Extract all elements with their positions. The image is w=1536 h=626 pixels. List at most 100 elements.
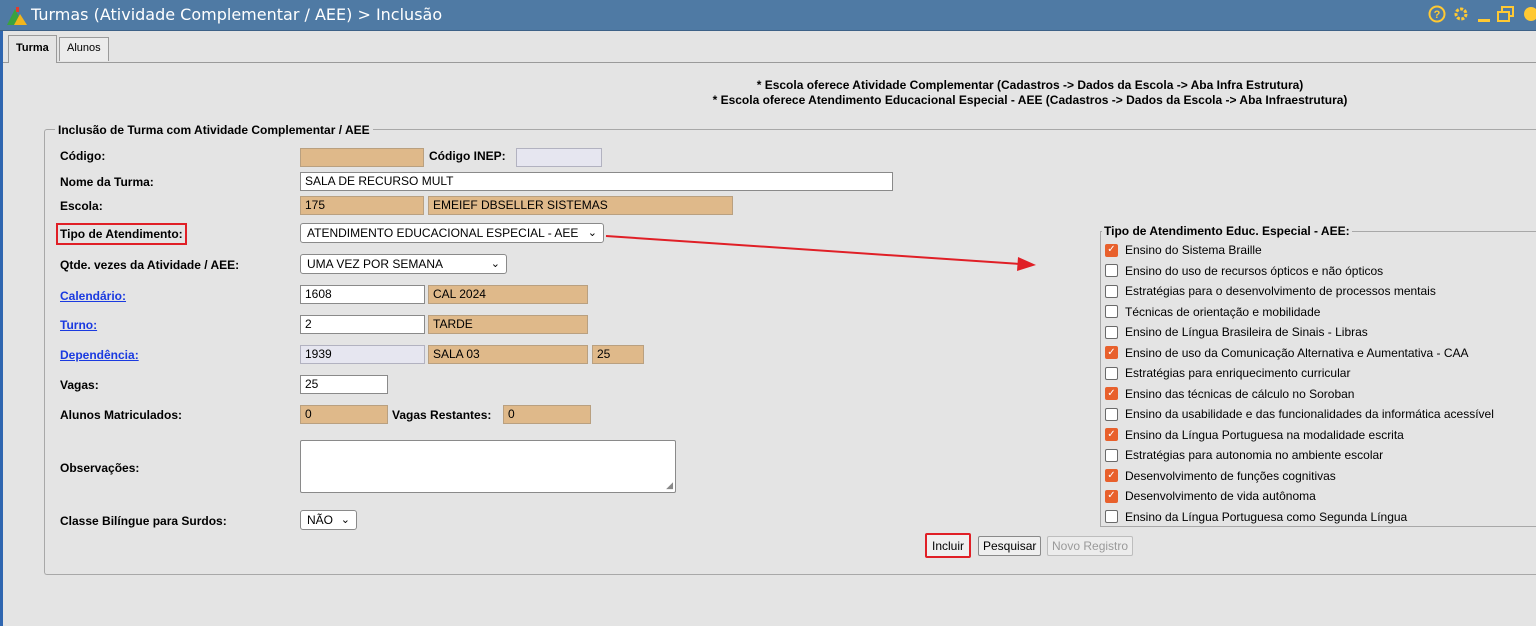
- aee-option-label: Ensino do Sistema Braille: [1125, 243, 1262, 257]
- turno-link[interactable]: Turno:: [60, 318, 97, 332]
- aee-option-label: Ensino de Língua Brasileira de Sinais - …: [1125, 325, 1368, 339]
- observacoes-textarea[interactable]: ◢: [300, 440, 676, 493]
- tab-turma[interactable]: Turma: [8, 35, 57, 63]
- aee-option[interactable]: Ensino de Língua Brasileira de Sinais - …: [1105, 323, 1368, 341]
- window-title: Turmas (Atividade Complementar / AEE) > …: [31, 5, 443, 24]
- aee-option[interactable]: ✓ Desenvolvimento de vida autônoma: [1105, 487, 1316, 505]
- checkbox-checked-icon[interactable]: ✓: [1105, 469, 1118, 482]
- classe-bilingue-label: Classe Bilíngue para Surdos:: [60, 514, 227, 528]
- turno-name-field: TARDE: [428, 315, 588, 334]
- qtde-vezes-value: UMA VEZ POR SEMANA: [307, 257, 444, 271]
- alunos-matriculados-label: Alunos Matriculados:: [60, 408, 183, 422]
- aee-option[interactable]: Ensino da usabilidade e das funcionalida…: [1105, 405, 1494, 423]
- aee-option[interactable]: Estratégias para o desenvolvimento de pr…: [1105, 282, 1436, 300]
- aee-option-label: Ensino das técnicas de cálculo no Soroba…: [1125, 386, 1355, 401]
- checkbox-unchecked-icon[interactable]: [1105, 305, 1118, 318]
- checkbox-checked-icon[interactable]: ✓: [1105, 346, 1118, 359]
- chevron-down-icon: ⌄: [587, 227, 597, 239]
- help-icon[interactable]: ?: [1428, 5, 1446, 28]
- codigo-inep-label: Código INEP:: [429, 149, 506, 163]
- novo-registro-button[interactable]: Novo Registro: [1047, 536, 1134, 556]
- aee-option-label: Ensino da Língua Portuguesa como Segunda…: [1125, 509, 1408, 524]
- aee-option-label: Estratégias para o desenvolvimento de pr…: [1125, 284, 1436, 298]
- tipo-atendimento-label: Tipo de Atendimento:: [56, 223, 187, 245]
- escola-code-field: 175: [300, 196, 424, 215]
- aee-option[interactable]: Técnicas de orientação e mobilidade: [1105, 303, 1320, 321]
- resize-grip-icon[interactable]: ◢: [666, 480, 673, 491]
- checkbox-unchecked-icon[interactable]: [1105, 366, 1118, 380]
- checkbox-checked-icon[interactable]: ✓: [1105, 243, 1118, 257]
- dependencia-capacity-field: 25: [592, 345, 644, 364]
- calendario-name-field: CAL 2024: [428, 285, 588, 304]
- checkbox-unchecked-icon[interactable]: [1105, 264, 1118, 277]
- aee-option[interactable]: ✓ Ensino das técnicas de cálculo no Sorob…: [1105, 385, 1354, 403]
- pesquisar-button[interactable]: Pesquisar: [978, 536, 1042, 556]
- checkbox-unchecked-icon[interactable]: [1105, 325, 1118, 339]
- aee-option[interactable]: Estratégias para enriquecimento curricul…: [1105, 364, 1350, 382]
- aee-option-label: Ensino da usabilidade e das funcionalida…: [1125, 407, 1494, 421]
- aee-option[interactable]: ✓ Ensino do Sistema Braille: [1105, 241, 1262, 259]
- note-aee: * Escola oferece Atendimento Educacional…: [712, 93, 1348, 107]
- vagas-restantes-field: 0: [503, 405, 591, 424]
- checkbox-checked-icon[interactable]: ✓: [1105, 489, 1118, 503]
- aee-option-label: Estratégias para enriquecimento curricul…: [1125, 366, 1351, 380]
- checkbox-unchecked-icon[interactable]: [1105, 510, 1118, 523]
- form-legend: Inclusão de Turma com Atividade Compleme…: [55, 123, 373, 137]
- vagas-label: Vagas:: [60, 378, 99, 392]
- chevron-down-icon: ⌄: [490, 258, 500, 270]
- dependencia-link[interactable]: Dependência:: [60, 348, 139, 362]
- aee-option[interactable]: ✓ Ensino de uso da Comunicação Alternativ…: [1105, 344, 1469, 362]
- alunos-matriculados-field: 0: [300, 405, 388, 424]
- gear-icon[interactable]: [1452, 5, 1470, 28]
- minimize-icon[interactable]: [1477, 5, 1491, 28]
- aee-option[interactable]: ✓ Ensino da Língua Portuguesa na modalida…: [1105, 426, 1404, 444]
- window-left-border: [0, 31, 3, 626]
- vagas-input[interactable]: 25: [300, 375, 388, 394]
- dependencia-code-field: 1939: [300, 345, 425, 364]
- calendario-link[interactable]: Calendário:: [60, 289, 126, 303]
- aee-option-label: Ensino de uso da Comunicação Alternativa…: [1125, 345, 1469, 360]
- app-logo-icon: [7, 7, 27, 25]
- turno-code-input[interactable]: 2: [300, 315, 425, 334]
- restore-icon[interactable]: [1497, 5, 1515, 28]
- aee-legend: Tipo de Atendimento Educ. Especial - AEE…: [1102, 224, 1352, 238]
- qtde-vezes-select[interactable]: UMA VEZ POR SEMANA ⌄: [300, 254, 507, 274]
- aee-option-label: Técnicas de orientação e mobilidade: [1125, 304, 1321, 319]
- aee-option[interactable]: Ensino da Língua Portuguesa como Segunda…: [1105, 508, 1407, 526]
- checkbox-checked-icon[interactable]: ✓: [1105, 387, 1118, 400]
- codigo-field: [300, 148, 424, 167]
- checkbox-unchecked-icon[interactable]: [1105, 407, 1118, 421]
- aee-option-label: Estratégias para autonomia no ambiente e…: [1125, 448, 1384, 462]
- tipo-atendimento-value: ATENDIMENTO EDUCACIONAL ESPECIAL - AEE: [307, 226, 579, 240]
- classe-bilingue-select[interactable]: NÃO ⌄: [300, 510, 357, 530]
- aee-option-label: Ensino da Língua Portuguesa na modalidad…: [1125, 427, 1404, 442]
- incluir-button[interactable]: Incluir: [925, 533, 972, 558]
- aee-option-label: Desenvolvimento de vida autônoma: [1125, 489, 1316, 503]
- tab-divider: [3, 62, 1536, 63]
- calendario-code-input[interactable]: 1608: [300, 285, 425, 304]
- tab-alunos[interactable]: Alunos: [59, 37, 109, 61]
- chevron-down-icon: ⌄: [340, 514, 350, 526]
- info-notes: * Escola oferece Atividade Complementar …: [660, 78, 1400, 108]
- codigo-label: Código:: [60, 149, 106, 163]
- checkbox-unchecked-icon[interactable]: [1105, 448, 1118, 462]
- annotation-arrow-icon: [605, 235, 1036, 271]
- escola-name-field: EMEIEF DBSELLER SISTEMAS: [428, 196, 733, 215]
- aee-option-label: Ensino do uso de recursos ópticos e não …: [1125, 263, 1384, 278]
- svg-text:?: ?: [1434, 9, 1441, 21]
- checkbox-unchecked-icon[interactable]: [1105, 284, 1118, 298]
- aee-option[interactable]: ✓ Desenvolvimento de funções cognitivas: [1105, 467, 1336, 485]
- aee-option[interactable]: Estratégias para autonomia no ambiente e…: [1105, 446, 1383, 464]
- nome-turma-input[interactable]: SALA DE RECURSO MULT: [300, 172, 893, 191]
- more-icon[interactable]: [1522, 5, 1536, 28]
- window-titlebar: Turmas (Atividade Complementar / AEE) > …: [0, 0, 1536, 31]
- classe-bilingue-value: NÃO: [307, 513, 334, 527]
- escola-label: Escola:: [60, 199, 103, 213]
- tipo-atendimento-select[interactable]: ATENDIMENTO EDUCACIONAL ESPECIAL - AEE ⌄: [300, 223, 604, 243]
- aee-option[interactable]: Ensino do uso de recursos ópticos e não …: [1105, 262, 1383, 280]
- note-atividade-complementar: * Escola oferece Atividade Complementar …: [756, 78, 1304, 92]
- qtde-vezes-label: Qtde. vezes da Atividade / AEE:: [60, 258, 240, 272]
- checkbox-checked-icon[interactable]: ✓: [1105, 428, 1118, 441]
- observacoes-label: Observações:: [60, 461, 140, 475]
- codigo-inep-field[interactable]: [516, 148, 602, 167]
